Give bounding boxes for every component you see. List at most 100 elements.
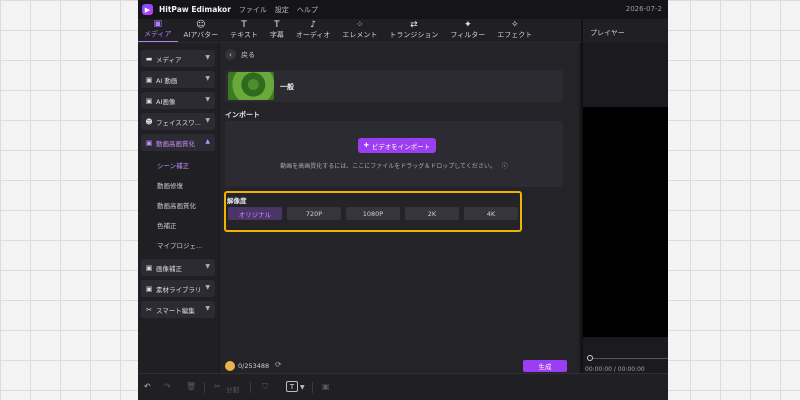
sidebar-item-label: 動画高画質化 xyxy=(156,139,195,148)
split-label: 分割 xyxy=(226,386,239,394)
sidebar-subitem-video-upscale[interactable]: 動画高画質化 xyxy=(138,195,218,215)
media-icon: ▣ xyxy=(153,19,163,29)
audio-icon: ♪ xyxy=(310,20,317,30)
tab-media-label: メディア xyxy=(144,30,172,38)
resolution-option-1080p[interactable]: 1080P xyxy=(346,207,400,220)
app-logo-icon: ▶ xyxy=(142,4,153,15)
tab-audio[interactable]: ♪ オーディオ xyxy=(290,18,337,42)
player-title: プレイヤー xyxy=(590,29,625,37)
credit-count: 0/253488 xyxy=(238,362,270,370)
image-icon[interactable]: ▣ xyxy=(322,382,330,391)
info-icon[interactable]: ⓘ xyxy=(502,163,508,170)
ai-image-icon: ▣ xyxy=(145,96,153,105)
app-window: ▶ HitPaw Edimakor ファイル 設定 ヘルプ 2026-07-2 … xyxy=(138,0,668,400)
tab-text[interactable]: T テキスト xyxy=(224,18,264,42)
text-tool-button[interactable]: T xyxy=(286,381,298,392)
resolution-option-4k[interactable]: 4K xyxy=(464,207,518,220)
resolution-option-original[interactable]: オリジナル xyxy=(228,207,282,220)
subtitle-icon: T xyxy=(274,20,280,30)
model-thumbnail xyxy=(228,72,274,100)
action-bar: 0/253488 ⟳ 生成 xyxy=(220,359,579,373)
resolution-option-720p[interactable]: 720P xyxy=(287,207,341,220)
sidebar-item-label: スマート編集 xyxy=(156,306,195,315)
chevron-up-icon: ▲ xyxy=(205,138,210,145)
delete-icon[interactable]: 🗑 xyxy=(186,382,196,391)
sidebar-item-image-enhance[interactable]: ▣ 画像補正 ▼ xyxy=(141,259,215,276)
resolution-option-2k[interactable]: 2K xyxy=(405,207,459,220)
effect-icon: ✧ xyxy=(511,20,519,30)
sidebar-item-label: フェイススワ... xyxy=(156,118,202,127)
plus-icon: ✚ xyxy=(363,142,369,149)
generate-button[interactable]: 生成 xyxy=(523,360,567,372)
app-name: HitPaw Edimakor xyxy=(159,5,231,14)
main-toolbar: ▣ メディア ☺ AIアバター T テキスト T 字幕 ♪ オーディオ ⁘ エレ… xyxy=(138,19,581,43)
player-header: プレイヤー xyxy=(581,19,668,43)
menu-settings[interactable]: 設定 xyxy=(275,5,289,15)
chevron-down-icon: ▼ xyxy=(205,117,210,124)
import-title: インポート xyxy=(225,111,260,119)
chevron-down-icon: ▼ xyxy=(205,75,210,82)
transition-icon: ⇄ xyxy=(410,20,418,30)
sidebar: ▬ メディア ▼ ▣ AI 動画 ▼ ▣ AI画像 ▼ ☻ フェイススワ... … xyxy=(138,43,218,373)
tab-ai-avatar[interactable]: ☺ AIアバター xyxy=(178,18,225,42)
folder-icon: ▬ xyxy=(145,54,153,63)
sidebar-subitem-my-projects[interactable]: マイプロジェ... xyxy=(138,235,218,255)
asset-library-icon: ▣ xyxy=(145,284,153,293)
general-model-card[interactable]: 一般 xyxy=(225,70,563,102)
face-swap-icon: ☻ xyxy=(145,117,153,126)
sidebar-item-label: メディア xyxy=(156,55,182,64)
sidebar-subitem-scene-correction[interactable]: シーン補正 xyxy=(138,155,218,175)
import-video-button[interactable]: ✚ ビデオをインポート xyxy=(358,138,436,153)
tab-filter-label: フィルター xyxy=(450,31,486,39)
chevron-down-icon: ▼ xyxy=(205,54,210,61)
refresh-icon[interactable]: ⟳ xyxy=(275,360,282,369)
scissors-icon[interactable]: ✂ xyxy=(214,382,221,391)
video-preview xyxy=(583,107,668,337)
sidebar-item-face-swap[interactable]: ☻ フェイススワ... ▼ xyxy=(141,113,215,130)
scrubber-handle[interactable] xyxy=(587,355,593,361)
sidebar-subitem-video-repair[interactable]: 動画修復 xyxy=(138,175,218,195)
sidebar-item-ai-video[interactable]: ▣ AI 動画 ▼ xyxy=(141,71,215,88)
sidebar-subitem-color-correction[interactable]: 色補正 xyxy=(138,215,218,235)
menu-file[interactable]: ファイル xyxy=(239,5,267,15)
redo-icon[interactable]: ↷ xyxy=(164,382,171,391)
menu-help[interactable]: ヘルプ xyxy=(297,5,318,15)
title-bar: ▶ HitPaw Edimakor ファイル 設定 ヘルプ 2026-07-2 xyxy=(138,0,668,19)
tab-media[interactable]: ▣ メディア xyxy=(138,18,178,42)
tab-effect[interactable]: ✧ エフェクト xyxy=(491,18,538,42)
sidebar-item-label: AI画像 xyxy=(156,97,176,106)
sidebar-item-smart-edit[interactable]: ✂ スマート編集 ▼ xyxy=(141,301,215,318)
sidebar-item-label: AI 動画 xyxy=(156,76,178,85)
sidebar-item-media[interactable]: ▬ メディア ▼ xyxy=(141,50,215,67)
chevron-down-icon[interactable]: ▼ xyxy=(300,384,305,391)
tab-audio-label: オーディオ xyxy=(295,31,331,39)
image-enhance-icon: ▣ xyxy=(145,263,153,272)
sidebar-item-label: 素材ライブラリ xyxy=(156,285,202,294)
sidebar-item-asset-library[interactable]: ▣ 素材ライブラリ ▼ xyxy=(141,280,215,297)
ai-video-icon: ▣ xyxy=(145,75,153,84)
back-label: 戻る xyxy=(241,50,255,59)
tab-element-label: エレメント xyxy=(342,31,378,39)
tab-element[interactable]: ⁘ エレメント xyxy=(336,18,383,42)
sidebar-item-ai-image[interactable]: ▣ AI画像 ▼ xyxy=(141,92,215,109)
back-button[interactable]: ‹ 戻る xyxy=(225,49,255,60)
player-panel: 00:00:00 / 00:00:00 xyxy=(581,43,668,373)
import-dropzone[interactable]: ✚ ビデオをインポート 動画を高画質化するには、ここにファイルをドラッグ＆ドロッ… xyxy=(225,121,563,187)
import-video-label: ビデオをインポート xyxy=(371,142,431,151)
tab-subtitle[interactable]: T 字幕 xyxy=(264,18,290,42)
chevron-down-icon: ▼ xyxy=(205,284,210,291)
tab-filter[interactable]: ✦ フィルター xyxy=(444,18,491,42)
shield-icon[interactable]: ⛉ xyxy=(262,382,268,392)
tab-transition[interactable]: ⇄ トランジション xyxy=(383,18,444,42)
resolution-title: 解像度 xyxy=(227,197,247,205)
playback-scrubber[interactable] xyxy=(587,358,668,359)
undo-icon[interactable]: ↶ xyxy=(144,382,151,391)
divider xyxy=(204,382,205,393)
sidebar-item-video-enhance[interactable]: ▣ 動画高画質化 ▲ xyxy=(141,134,215,151)
element-icon: ⁘ xyxy=(356,20,364,30)
general-label: 一般 xyxy=(280,83,294,91)
playback-timecode: 00:00:00 / 00:00:00 xyxy=(585,366,645,373)
credit-coin-icon xyxy=(225,361,235,371)
filter-icon: ✦ xyxy=(464,20,472,30)
main-panel: ‹ 戻る 一般 インポート ✚ ビデオをインポート 動画を高画質化するには、ここ… xyxy=(220,43,579,373)
